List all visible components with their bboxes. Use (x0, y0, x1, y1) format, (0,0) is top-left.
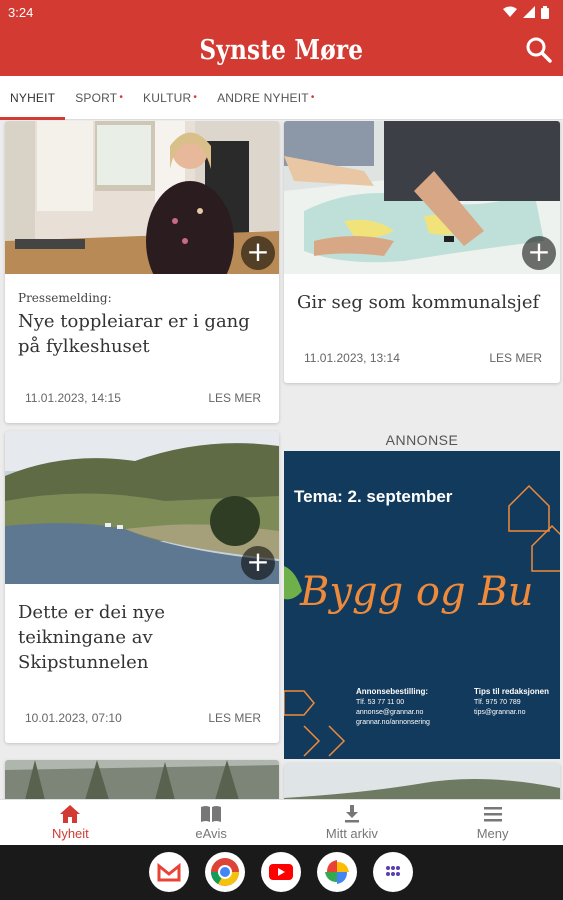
hill-photo (284, 763, 560, 799)
article-meta: 11.01.2023, 13:14 LES MER (304, 351, 542, 365)
status-bar: 3:24 (0, 0, 563, 24)
advertisement[interactable]: Tema: 2. september Bygg og Bu Annonsebes… (284, 451, 560, 759)
search-icon[interactable] (525, 36, 553, 64)
status-icons (503, 5, 549, 19)
article-image: + (5, 121, 279, 274)
add-icon[interactable]: + (241, 546, 275, 580)
article-card[interactable] (284, 763, 560, 799)
tab-label: ANDRE NYHEIT (217, 90, 309, 105)
read-more-link[interactable]: LES MER (489, 351, 542, 365)
article-date: 11.01.2023, 13:14 (304, 351, 400, 365)
article-meta: 10.01.2023, 07:10 LES MER (25, 711, 261, 725)
ad-headline: Tema: 2. september (294, 487, 453, 506)
ad-contact-line: tips@grannar.no (474, 709, 526, 716)
article-image: + (284, 121, 560, 274)
article-card[interactable]: + Gir seg som kommunalsjef 11.01.2023, 1… (284, 121, 560, 383)
ad-label: ANNONSE (385, 432, 459, 448)
ad-contact-line: grannar.no/annonsering (356, 719, 430, 726)
nav-nyheit[interactable]: Nyheit (0, 800, 141, 845)
ad-contact-right: Tips til redaksjonen Tlf. 975 70 789 tip… (474, 687, 549, 718)
tab-kultur[interactable]: KULTUR • (133, 76, 207, 120)
tab-label: KULTUR (143, 90, 192, 105)
nav-meny[interactable]: Meny (422, 800, 563, 845)
article-date: 10.01.2023, 07:10 (25, 711, 122, 725)
article-date: 11.01.2023, 14:15 (25, 391, 121, 405)
article-image: + (5, 431, 279, 584)
nav-label: Nyheit (51, 826, 89, 841)
tab-nyheit[interactable]: NYHEIT (0, 76, 66, 120)
tab-andre-nyheit[interactable]: ANDRE NYHEIT • (207, 76, 324, 120)
article-card[interactable]: + Dette er dei nye teikningane av Skipst… (5, 431, 279, 743)
book-icon (201, 806, 222, 822)
tab-dot: • (310, 92, 315, 103)
photos-icon[interactable] (317, 852, 357, 892)
article-kicker: Pressemelding: (18, 291, 112, 305)
fjord-photo (5, 431, 279, 584)
category-tabs: NYHEIT SPORT • KULTUR • ANDRE NYHEIT • (0, 76, 563, 120)
chrome-icon[interactable] (205, 852, 245, 892)
battery-icon (541, 5, 549, 19)
ad-contact-line: Tlf. 975 70 789 (474, 699, 521, 706)
ad-contact-title: Tips til redaksjonen (474, 687, 549, 696)
tab-label: NYHEIT (10, 90, 56, 105)
article-title[interactable]: Dette er dei nye teikningane av Skipstun… (18, 600, 266, 675)
nav-label: Meny (476, 826, 509, 841)
bottom-navigation: Nyheit eAvis Mitt arkiv Meny (0, 799, 563, 845)
signal-icon (523, 6, 535, 18)
add-icon[interactable]: + (522, 236, 556, 270)
apps-icon[interactable] (373, 852, 413, 892)
system-dock (0, 845, 563, 900)
menu-icon (483, 807, 502, 822)
gmail-icon[interactable] (149, 852, 189, 892)
add-icon[interactable]: + (241, 236, 275, 270)
read-more-link[interactable]: LES MER (208, 391, 261, 405)
tab-dot: • (193, 92, 198, 103)
nav-mitt-arkiv[interactable]: Mitt arkiv (282, 800, 423, 845)
ad-script-title: Bygg og Bu (300, 569, 534, 615)
ad-contact-title: Annonsebestilling: (356, 687, 428, 696)
article-card[interactable]: + Pressemelding: Nye toppleiarar er i ga… (5, 121, 279, 423)
article-meta: 11.01.2023, 14:15 LES MER (25, 391, 261, 405)
tab-sport[interactable]: SPORT • (65, 76, 133, 120)
app-logo: Synste Møre (199, 34, 364, 66)
tab-label: SPORT (75, 90, 118, 105)
status-time: 3:24 (8, 4, 34, 20)
article-title[interactable]: Nye toppleiarar er i gang på fylkeshuset (18, 309, 266, 359)
article-title[interactable]: Gir seg som kommunalsjef (297, 290, 547, 315)
ad-contact-line: Tlf. 53 77 11 00 (356, 699, 405, 706)
ad-contact-line: annonse@grannar.no (356, 709, 424, 716)
app-bar: Synste Møre (0, 24, 563, 76)
nav-label: eAvis (195, 826, 227, 841)
forest-photo (5, 760, 279, 799)
nav-eavis[interactable]: eAvis (141, 800, 282, 845)
ad-contact-left: Annonsebestilling: Tlf. 53 77 11 00 anno… (356, 687, 430, 728)
article-card[interactable] (5, 760, 279, 799)
nav-label: Mitt arkiv (325, 826, 378, 841)
wifi-icon (503, 6, 517, 17)
youtube-icon[interactable] (261, 852, 301, 892)
office-photo (5, 121, 279, 274)
tab-dot: • (119, 92, 124, 103)
download-icon (344, 805, 359, 823)
home-icon (60, 805, 81, 823)
read-more-link[interactable]: LES MER (208, 711, 261, 725)
planning-photo (284, 121, 560, 274)
